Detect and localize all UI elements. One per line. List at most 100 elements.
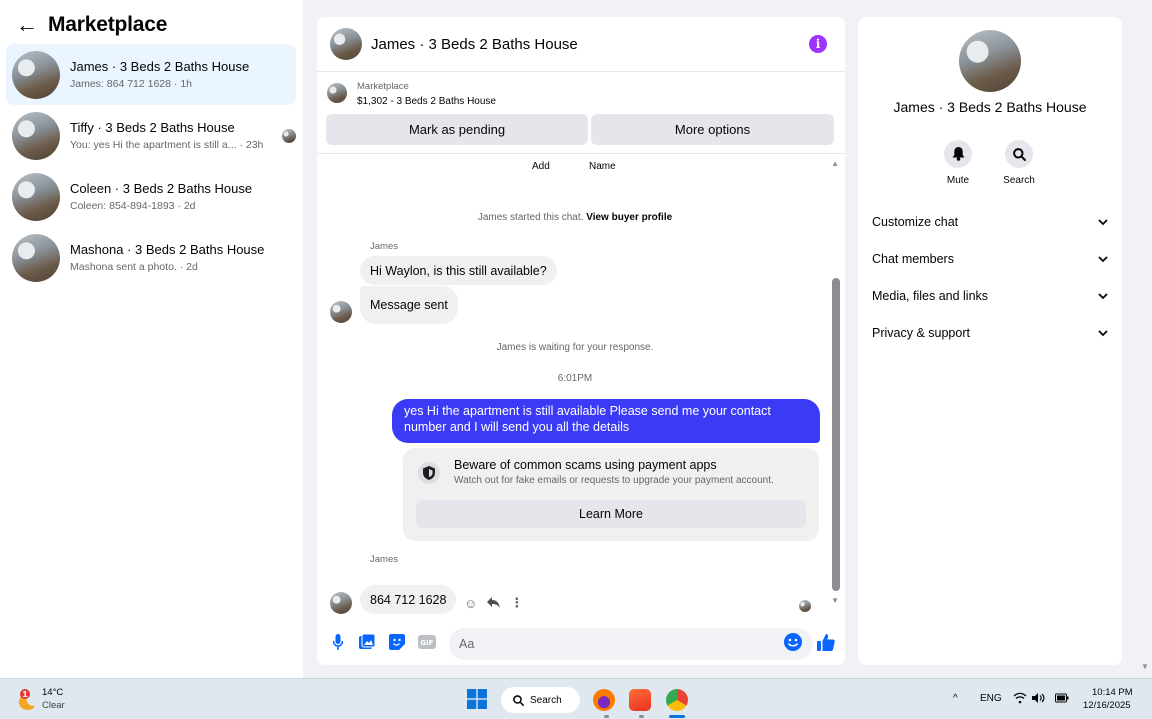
chevron-down-icon [1098,215,1108,229]
chat-panel: James · 3 Beds 2 Baths House i Marketpla… [317,17,845,665]
scroll-up-arrow-icon[interactable]: ▲ [831,159,839,168]
section-customize-chat[interactable]: Customize chat [872,215,1108,229]
outgoing-message[interactable]: yes Hi the apartment is still available … [392,399,820,443]
incoming-message[interactable]: Message sent [360,286,458,324]
section-label: Customize chat [872,215,959,229]
clock-time[interactable]: 10:14 PM [1092,687,1133,698]
running-indicator [639,715,644,718]
sender-avatar[interactable] [330,301,352,323]
section-privacy-support[interactable]: Privacy & support [872,326,1108,340]
avatar [12,50,60,99]
section-label: Media, files and links [872,289,989,303]
chat-started-notice: James started this chat. View buyer prof… [317,212,833,223]
conversation-item-tiffy[interactable]: Tiffy · 3 Beds 2 Baths House You: yes Hi… [6,105,296,166]
weather-badge: 1 [22,690,28,699]
taskbar-search[interactable]: Search [501,687,580,713]
weather-description[interactable]: Clear [42,700,65,711]
conversation-item-mashona[interactable]: Mashona · 3 Beds 2 Baths House Mashona s… [6,227,296,288]
waiting-notice: James is waiting for your response. [496,342,654,353]
section-label: Privacy & support [872,326,970,340]
message-composer: GIF [317,622,845,665]
more-options-button[interactable]: More options [591,114,834,145]
seen-avatar [282,129,296,143]
language-indicator[interactable]: ENG [980,693,1002,704]
section-chat-members[interactable]: Chat members [872,252,1108,266]
mute-button[interactable]: Mute [933,140,983,186]
weather-temperature[interactable]: 14°C [42,687,63,698]
sender-name: James [370,554,398,565]
running-indicator [604,715,609,718]
search-button[interactable]: Search [994,140,1044,186]
scrollbar-thumb[interactable] [832,278,840,591]
more-actions-icon[interactable]: ⋮ [510,595,523,611]
message-actions: ☺ ⋮ [464,595,523,611]
bell-icon [944,140,972,168]
avatar [12,111,60,160]
chevron-down-icon [1098,289,1108,303]
firefox-icon[interactable] [593,689,615,711]
emoji-icon[interactable] [783,632,803,652]
reply-icon[interactable] [487,596,501,611]
volume-icon[interactable] [1032,692,1046,707]
battery-icon[interactable] [1055,692,1069,707]
conversation-item-coleen[interactable]: Coleen · 3 Beds 2 Baths House Coleen: 85… [6,166,296,227]
scroll-down-arrow-icon[interactable]: ▼ [1141,662,1149,671]
windows-start-icon[interactable] [467,689,487,709]
sticker-icon[interactable] [387,632,407,652]
listing-label: Marketplace [357,81,409,92]
conversation-name: Mashona · 3 Beds 2 Baths House [70,242,265,257]
clock-date[interactable]: 12/16/2025 [1083,700,1131,711]
back-arrow-icon[interactable]: ← [16,12,38,38]
chrome-icon[interactable] [666,689,688,711]
react-emoji-icon[interactable]: ☺ [464,596,477,611]
gif-icon[interactable]: GIF [417,632,437,652]
listing-price-title[interactable]: $1,302 - 3 Beds 2 Baths House [357,96,496,107]
avatar[interactable] [959,30,1021,92]
conversation-item-james[interactable]: James · 3 Beds 2 Baths House James: 864 … [6,44,296,105]
sender-name: James [370,241,398,252]
sidebar-title: Marketplace [48,13,168,36]
thumbs-up-icon[interactable] [816,632,836,652]
tray-chevron-up-icon[interactable]: ^ [953,693,958,704]
incoming-message[interactable]: 864 712 1628 [360,585,457,614]
chat-details-panel: James · 3 Beds 2 Baths House Mute Search… [858,17,1122,665]
read-receipt-avatar [799,600,811,612]
listing-thumbnail[interactable] [327,83,347,103]
search-icon [513,694,524,706]
taskbar-search-label: Search [530,694,562,706]
brave-icon[interactable] [629,689,651,711]
section-media-files-links[interactable]: Media, files and links [872,289,1108,303]
avatar[interactable] [330,28,362,60]
conversation-name: Tiffy · 3 Beds 2 Baths House [70,120,235,135]
details-name: James · 3 Beds 2 Baths House [893,99,1087,115]
wifi-icon[interactable] [1013,692,1027,707]
incoming-message[interactable]: Hi Waylon, is this still available? [360,256,557,285]
name-label: Name [589,161,616,172]
mute-label: Mute [946,175,970,186]
conversation-name: Coleen · 3 Beds 2 Baths House [70,181,253,196]
conversation-preview: You: yes Hi the apartment is still a... … [70,139,264,151]
weather-moon-icon[interactable]: 1 [16,689,36,710]
view-buyer-profile-link[interactable]: View buyer profile [586,212,672,223]
message-input[interactable] [449,628,813,660]
scroll-down-arrow-icon[interactable]: ▼ [831,596,839,605]
conversation-name: James · 3 Beds 2 Baths House [70,59,250,74]
avatar [12,233,60,282]
photo-icon[interactable] [357,632,377,652]
conversation-preview: Coleen: 854-894-1893 · 2d [70,200,196,212]
mark-as-pending-button[interactable]: Mark as pending [326,114,588,145]
page-scrollbar[interactable] [1139,0,1152,678]
info-icon[interactable]: i [809,35,827,53]
scam-warning-card: Beware of common scams using payment app… [403,448,819,541]
sender-avatar[interactable] [330,592,352,614]
warning-subtitle: Watch out for fake emails or requests to… [454,475,774,486]
shield-icon [418,462,440,484]
search-icon [1005,140,1033,168]
microphone-icon[interactable] [328,632,348,652]
search-label: Search [1003,175,1035,186]
conversation-preview: James: 864 712 1628 · 1h [70,78,193,90]
learn-more-button[interactable]: Learn More [416,500,806,528]
chat-header: James · 3 Beds 2 Baths House i [317,17,845,72]
chat-title[interactable]: James · 3 Beds 2 Baths House [371,36,578,53]
add-label: Add [532,161,550,172]
